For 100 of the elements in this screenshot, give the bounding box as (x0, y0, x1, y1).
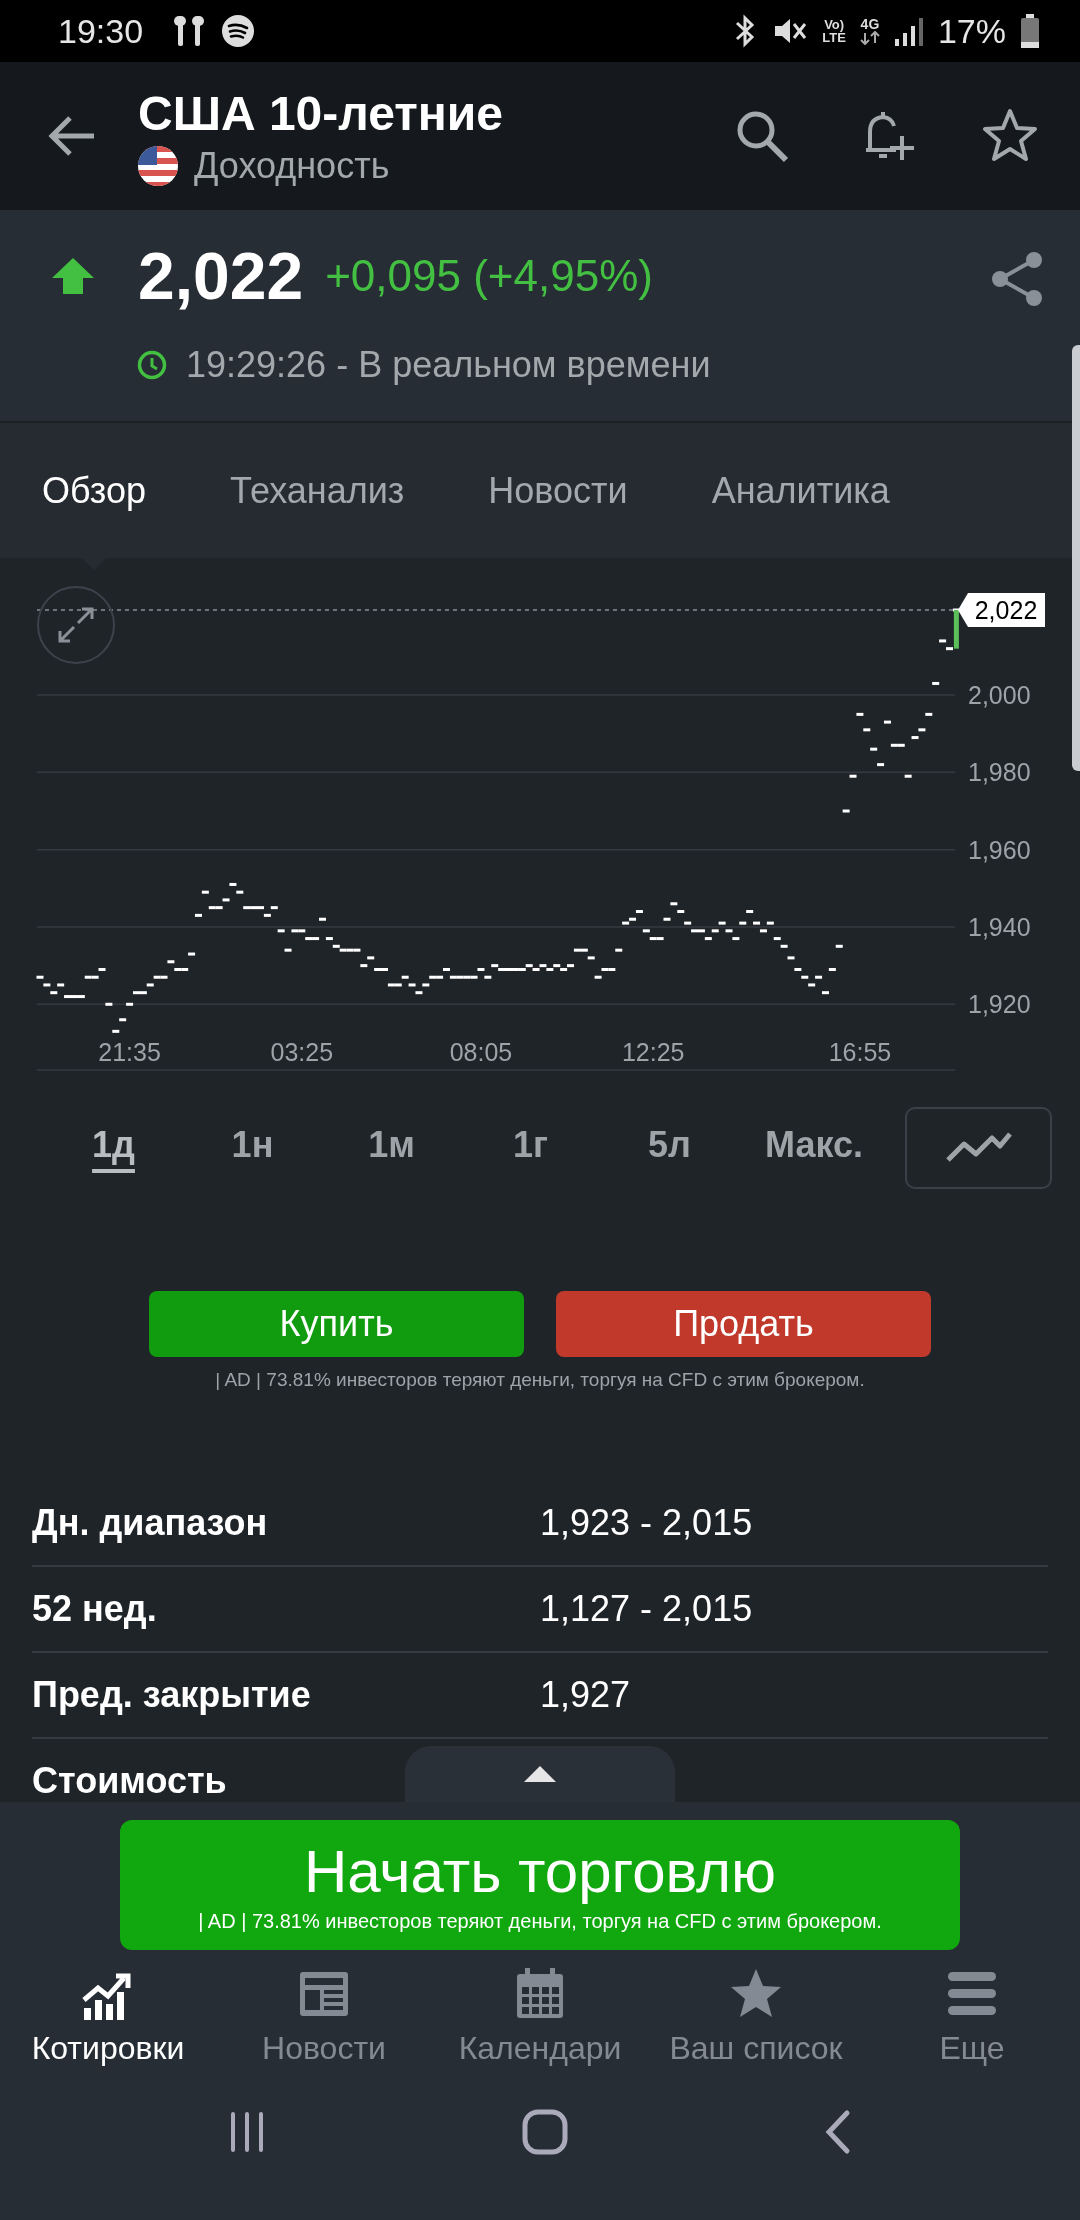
data-point (98, 968, 106, 971)
axis-label: 1,940 (968, 912, 1031, 941)
data-point (877, 763, 885, 767)
home-icon[interactable] (522, 2109, 568, 2155)
data-point (821, 991, 829, 995)
data-point (50, 991, 58, 995)
network-label: 4G (860, 17, 880, 31)
axis-label: 12:25 (621, 1038, 685, 1066)
expand-button[interactable] (37, 586, 115, 664)
tab[interactable]: Обзор (42, 423, 146, 558)
chart-type-button[interactable] (905, 1107, 1052, 1189)
data-point (401, 975, 409, 979)
stat-value: 1,127 - 2,015 (540, 1588, 753, 1630)
data-point (325, 937, 333, 941)
data-point (828, 968, 836, 971)
data-point (753, 921, 761, 925)
data-point (787, 956, 795, 960)
sell-button[interactable]: Продать (556, 1291, 931, 1357)
nav-item[interactable]: Новости (216, 1964, 432, 2067)
status-time: 19:30 (58, 11, 144, 51)
tab[interactable]: Аналитика (711, 423, 890, 558)
share-icon[interactable] (990, 250, 1044, 308)
data-point (236, 890, 244, 894)
data-arrows-icon (859, 31, 880, 45)
data-point (835, 944, 843, 948)
tab[interactable]: Новости (488, 423, 628, 558)
expand-icon (56, 605, 96, 645)
axis-label: 1,980 (968, 758, 1031, 787)
range-tab[interactable]: Макс. (739, 1124, 889, 1172)
data-point (36, 975, 44, 979)
data-point (704, 937, 712, 941)
data-point (663, 917, 671, 921)
nav-item[interactable]: Еще (864, 1964, 1080, 2067)
data-point (263, 913, 271, 917)
battery-percent: 17% (937, 11, 1006, 51)
data-point (670, 902, 678, 906)
data-point (194, 913, 202, 917)
data-point (635, 910, 643, 913)
data-point (883, 720, 891, 724)
start-trading-button[interactable]: Начать торговлю | AD | 73.81% инвесторов теряют деньги, торгуя на CFD с этим брокером. (120, 1820, 960, 1950)
price-change: +0,095 (+4,95%) (325, 251, 653, 301)
stat-label: 52 нед. (32, 1588, 158, 1630)
signal-icon (893, 15, 924, 47)
scroll-handle[interactable] (1072, 345, 1080, 771)
data-point (842, 809, 850, 813)
volte-label: Vo) (824, 18, 845, 31)
data-point (870, 747, 878, 751)
axis-label: 21:35 (98, 1038, 161, 1066)
ad-disclaimer: | AD | 73.81% инвесторов теряют деньги, торгуя на CFD с этим брокером. (215, 1369, 865, 1391)
data-point (188, 952, 196, 956)
data-point (587, 956, 595, 960)
nav-item[interactable]: Котировки (0, 1964, 216, 2067)
data-point (270, 906, 278, 910)
data-point (594, 975, 602, 979)
data-point (932, 681, 940, 685)
axis-label: 1,960 (968, 835, 1031, 864)
data-point (126, 1002, 134, 1006)
buy-button[interactable]: Купить (149, 1291, 524, 1357)
data-point (677, 910, 685, 913)
stat-label: Пред. закрытие (32, 1674, 312, 1716)
range-tab[interactable]: 1д (44, 1124, 183, 1172)
nav-item[interactable]: Календари (432, 1964, 648, 2067)
stat-value: 1,927 (540, 1674, 631, 1716)
stat-label: Стоимость (32, 1760, 228, 1802)
data-point (222, 898, 230, 902)
stat-value: 1,923 - 2,015 (540, 1502, 753, 1544)
tab[interactable]: Теханализ (230, 423, 405, 558)
range-tab[interactable]: 5л (600, 1124, 739, 1172)
data-point (105, 1002, 113, 1006)
axis-label: 03:25 (270, 1038, 334, 1066)
update-time: 19:29:26 - В реальном времени (186, 344, 711, 386)
data-point (925, 712, 933, 716)
axis-label: 16:55 (828, 1038, 892, 1066)
data-point (856, 712, 864, 716)
data-point (43, 983, 51, 987)
instrument-subtitle: Доходность (194, 144, 390, 187)
data-point (801, 975, 809, 979)
data-point (112, 1029, 120, 1033)
axis-label: 2,000 (968, 681, 1031, 710)
caret-up-icon (523, 1765, 557, 1783)
range-tab[interactable]: 1н (183, 1124, 322, 1172)
data-point (367, 956, 375, 960)
data-point (815, 975, 823, 979)
data-point (711, 929, 719, 933)
circle-waves-icon (221, 14, 256, 48)
data-point (360, 964, 368, 968)
data-point (773, 937, 781, 941)
instrument-title: США 10-летние (138, 85, 504, 141)
data-point (794, 968, 802, 971)
data-point (422, 983, 430, 987)
data-point (718, 921, 726, 925)
data-point (277, 929, 285, 933)
data-point (780, 944, 788, 948)
data-point (167, 960, 175, 964)
price: 2,022 (138, 238, 304, 314)
range-tab[interactable]: 1м (322, 1124, 461, 1172)
data-point (119, 1018, 127, 1022)
range-tab[interactable]: 1г (461, 1124, 600, 1172)
nav-item[interactable]: Ваш список (648, 1964, 864, 2067)
data-point (684, 921, 692, 925)
